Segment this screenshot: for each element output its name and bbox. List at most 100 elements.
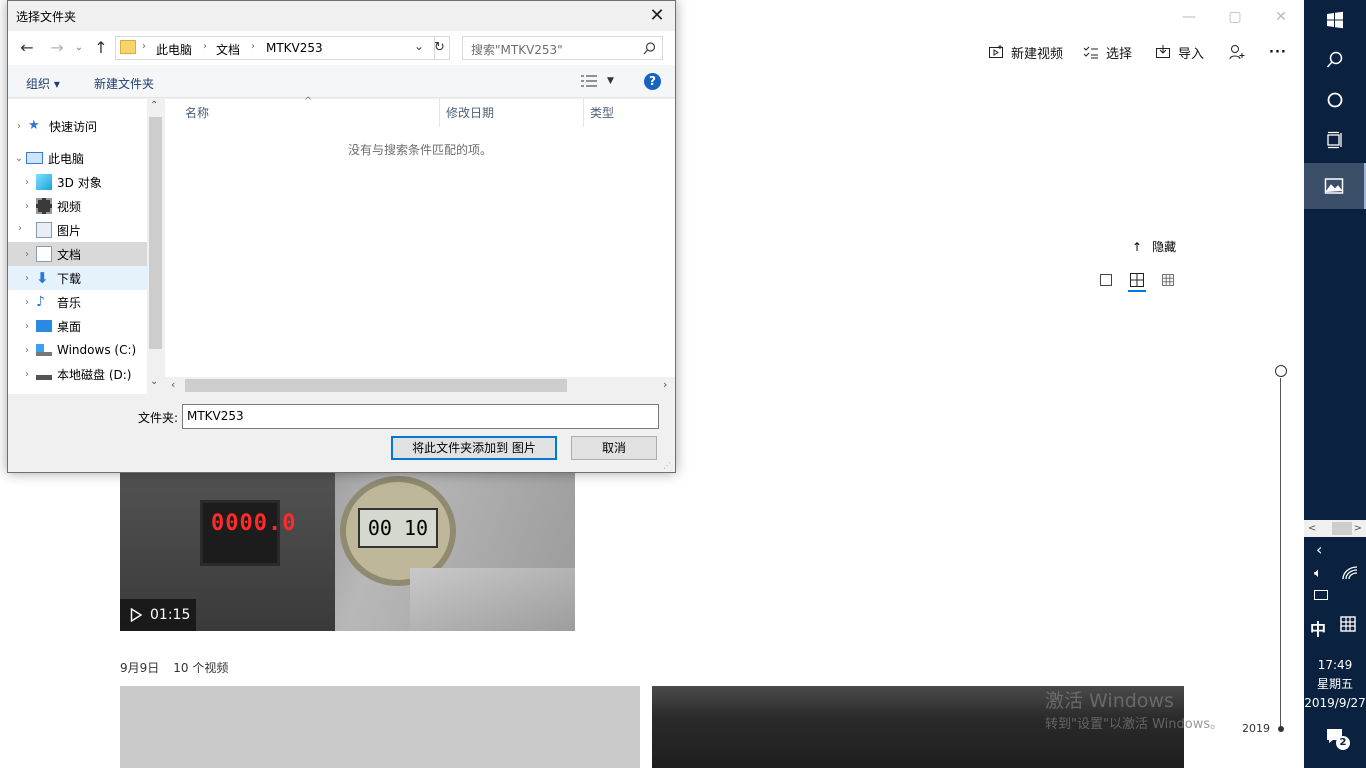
nav-item-downloads[interactable]: › ⬇ 下载: [8, 266, 147, 290]
dialog-close-button[interactable]: ✕: [643, 2, 671, 30]
scroll-right-icon[interactable]: ›: [663, 378, 667, 391]
scroll-down-icon[interactable]: ⌄: [150, 376, 158, 387]
scroll-thumb[interactable]: [149, 117, 162, 349]
expand-chevron-icon[interactable]: ›: [18, 177, 36, 188]
new-folder-button[interactable]: 新建文件夹: [94, 75, 154, 92]
expand-chevron-icon[interactable]: ›: [10, 121, 28, 132]
expand-chevron-icon[interactable]: ›: [18, 249, 36, 260]
nav-item-pictures[interactable]: 图片 ›: [8, 218, 147, 242]
expand-chevron-icon[interactable]: ›: [18, 201, 36, 212]
music-icon: ♪: [36, 294, 45, 310]
breadcrumb-documents[interactable]: 文档: [216, 41, 240, 58]
cancel-button[interactable]: 取消: [571, 436, 657, 460]
folder-name-input[interactable]: MTKV253: [182, 404, 659, 429]
expand-chevron-icon[interactable]: ›: [18, 273, 36, 284]
film-icon: [36, 198, 52, 214]
refresh-icon[interactable]: ↻: [430, 36, 450, 60]
medium-grid-view-icon[interactable]: [1129, 272, 1145, 288]
column-header-name[interactable]: 名称: [179, 99, 440, 127]
video-thumbnail[interactable]: [120, 686, 640, 768]
breadcrumb-current-folder[interactable]: MTKV253: [266, 41, 323, 55]
nav-item-desktop[interactable]: › 桌面: [8, 314, 147, 338]
scroll-up-icon[interactable]: ⌃: [150, 100, 158, 111]
small-grid-view-icon[interactable]: [1160, 272, 1176, 288]
show-hidden-icons-chevron-icon[interactable]: ‹: [1316, 540, 1322, 559]
volume-icon[interactable]: 🔈︎: [1314, 566, 1322, 581]
column-header-date-modified[interactable]: 修改日期: [440, 99, 584, 127]
hide-toggle[interactable]: ↑ 隐藏: [1132, 238, 1176, 255]
expand-chevron-icon[interactable]: ›: [18, 297, 36, 308]
action-center-button[interactable]: 2: [1326, 728, 1350, 750]
wifi-icon[interactable]: [1342, 566, 1358, 583]
search-icon: [643, 42, 656, 55]
search-box[interactable]: 搜索"MTKV253": [462, 36, 663, 60]
expand-chevron-icon[interactable]: ›: [18, 369, 36, 380]
duration-text: 01:15: [150, 607, 191, 623]
search-button[interactable]: [1304, 40, 1366, 80]
document-icon: [36, 246, 52, 262]
timeline-scrubber[interactable]: [1275, 365, 1287, 377]
import-command[interactable]: 导入: [1155, 42, 1204, 62]
new-video-command[interactable]: 新建视频: [988, 42, 1063, 62]
ime-layout-grid-icon[interactable]: [1340, 616, 1356, 635]
task-view-button[interactable]: [1304, 120, 1366, 160]
desktop-icon: [36, 320, 52, 332]
start-button[interactable]: [1304, 0, 1366, 40]
single-view-icon[interactable]: [1098, 272, 1114, 288]
up-arrow-icon[interactable]: ↑: [92, 39, 110, 57]
expand-chevron-icon[interactable]: ›: [18, 321, 36, 332]
scroll-right-icon: >: [1353, 523, 1362, 534]
select-folder-dialog: 选择文件夹 ✕ ← → ⌄ ↑ › 此电脑 › 文档 › MTKV253 ⌄ ↻…: [7, 0, 676, 473]
address-dropdown-chevron-icon[interactable]: ⌄: [414, 39, 424, 53]
file-list-horizontal-scrollbar[interactable]: ‹ ›: [165, 377, 675, 394]
video-thumbnail[interactable]: 0000.0 00 10 01:15: [120, 472, 575, 631]
nav-item-videos[interactable]: › 视频: [8, 194, 147, 218]
ime-language-indicator[interactable]: 中: [1310, 616, 1326, 640]
maximize-button[interactable]: ▢: [1224, 6, 1246, 28]
cortana-button[interactable]: [1304, 80, 1366, 120]
back-arrow-icon[interactable]: ←: [18, 39, 36, 57]
photos-app-icon: [1324, 178, 1344, 194]
address-bar-row: ← → ⌄ ↑ › 此电脑 › 文档 › MTKV253 ⌄ ↻ 搜索"MTKV…: [8, 31, 675, 65]
nav-item-drive-d[interactable]: › 本地磁盘 (D:): [8, 362, 147, 386]
photos-taskbar-button[interactable]: [1304, 163, 1366, 209]
nav-item-drive-c[interactable]: › Windows (C:): [8, 338, 147, 362]
organize-menu[interactable]: 组织 ▾: [26, 75, 60, 92]
scroll-thumb[interactable]: [1332, 522, 1352, 535]
expand-chevron-icon[interactable]: ›: [18, 345, 36, 356]
taskbar: < > ‹ 🔈︎ 中 17:49 星期五 2019/9/27 2: [1304, 0, 1366, 768]
expand-chevron-icon[interactable]: ›: [18, 223, 22, 234]
select-command[interactable]: 选择: [1083, 42, 1132, 62]
column-header-type[interactable]: 类型: [584, 99, 675, 127]
timeline-marker[interactable]: [1278, 726, 1284, 732]
scroll-thumb[interactable]: [185, 379, 567, 392]
nav-label: 下载: [57, 271, 82, 286]
system-clock[interactable]: 17:49 星期五 2019/9/27: [1304, 656, 1366, 713]
address-box[interactable]: › 此电脑 › 文档 › MTKV253 ⌄: [115, 36, 435, 60]
nav-item-this-pc[interactable]: ⌄ 此电脑: [8, 146, 147, 170]
recent-locations-chevron-icon[interactable]: ⌄: [70, 39, 88, 57]
breadcrumb-this-pc[interactable]: 此电脑: [156, 41, 192, 58]
account-button[interactable]: [1229, 42, 1245, 62]
help-icon[interactable]: ?: [644, 73, 661, 90]
close-app-button[interactable]: ✕: [1270, 6, 1292, 28]
scroll-left-icon[interactable]: ‹: [171, 378, 175, 391]
taskbar-horizontal-scrollbar[interactable]: < >: [1304, 520, 1366, 537]
add-folder-to-pictures-button[interactable]: 将此文件夹添加到 图片: [391, 436, 557, 460]
nav-item-music[interactable]: › ♪ 音乐: [8, 290, 147, 314]
nav-item-quick-access[interactable]: › ★ 快速访问: [8, 114, 147, 138]
navigation-pane: › ★ 快速访问 ⌄ 此电脑 › 3D 对象 › 视频 图片 › › 文档 › …: [8, 99, 164, 394]
forward-arrow-icon[interactable]: →: [48, 39, 66, 57]
minimize-button[interactable]: —: [1178, 6, 1200, 28]
nav-label: 视频: [57, 199, 82, 214]
active-view-indicator: [1128, 290, 1146, 292]
nav-pane-scrollbar[interactable]: ⌃ ⌄: [147, 99, 164, 394]
dialog-toolbar: 组织 ▾ 新建文件夹 ▼ ?: [8, 65, 675, 98]
battery-icon[interactable]: [1314, 590, 1328, 600]
view-options-button[interactable]: ▼: [581, 75, 614, 87]
more-options-button[interactable]: ···: [1269, 42, 1287, 62]
drive-icon: [36, 344, 52, 356]
nav-item-documents[interactable]: › 文档: [8, 242, 147, 266]
nav-item-3d-objects[interactable]: › 3D 对象: [8, 170, 147, 194]
resize-grip-icon[interactable]: ⋰: [663, 461, 671, 470]
